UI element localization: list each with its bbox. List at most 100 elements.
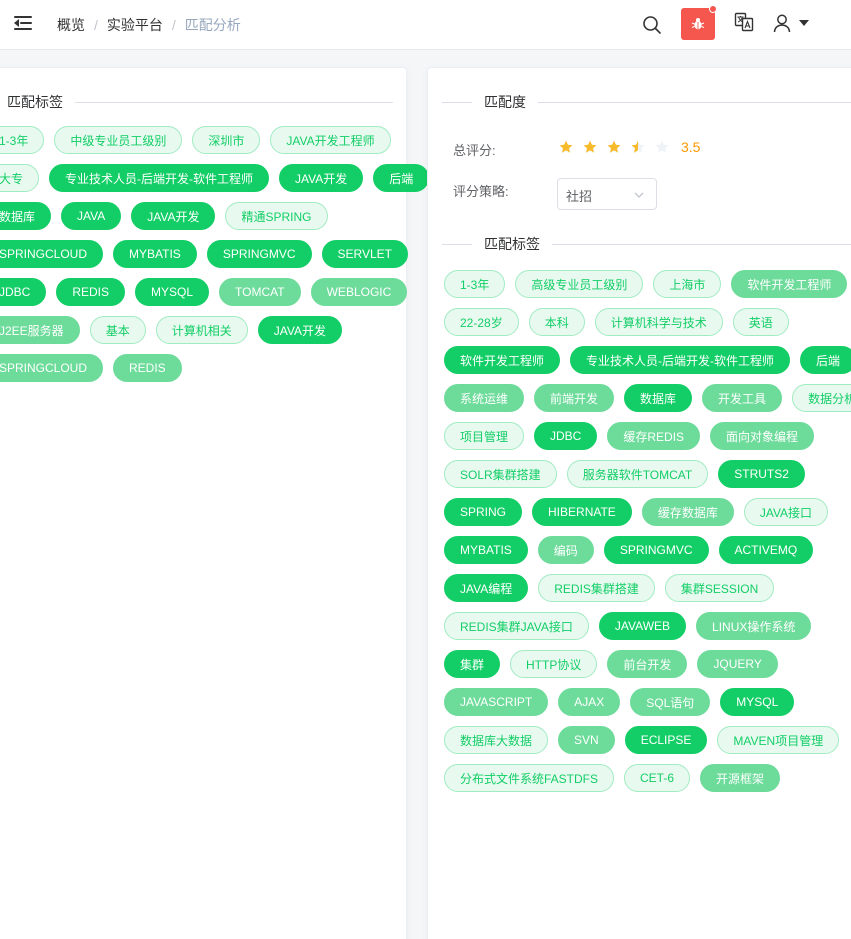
left-skill-tag: JAVA开发 xyxy=(131,202,216,230)
right-skill-tag: MYSQL xyxy=(720,688,795,716)
right-skill-tag: 软件开发工程师 xyxy=(731,270,848,298)
right-tag-list: 1-3年 高级专业员工级别 上海市 软件开发工程师 22-28岁 本科 计算机科学与技术 英语… xyxy=(444,270,851,802)
left-skill-tag: 基本 xyxy=(89,316,146,344)
left-skill-tag: 深圳市 xyxy=(192,126,261,154)
hamburger-icon[interactable] xyxy=(14,15,34,33)
notification-dot xyxy=(709,5,717,13)
left-skill-tag: TOMCAT xyxy=(219,278,301,306)
right-skill-tag: 数据库 xyxy=(624,384,693,412)
left-skill-tag: JDBC xyxy=(0,278,47,306)
right-skill-tag: 开源框架 xyxy=(700,764,781,792)
bug-report-button[interactable] xyxy=(681,5,717,40)
breadcrumb-separator: / xyxy=(171,17,176,33)
right-skill-tag: SPRINGMVC xyxy=(603,536,709,564)
right-skill-tag: JAVA接口 xyxy=(743,498,829,526)
right-skill-tag: SPRING xyxy=(444,498,523,526)
right-skill-tag: 面向对象编程 xyxy=(710,422,815,450)
right-skill-tag: JAVAWEB xyxy=(598,612,687,640)
right-skill-tag: 缓存数据库 xyxy=(641,498,734,526)
breadcrumb-separator: / xyxy=(94,17,98,33)
right-skill-tag: 前端开发 xyxy=(534,384,615,412)
right-skill-tag: 服务器软件TOMCAT xyxy=(566,460,709,488)
strategy-label: 评分策略: xyxy=(453,184,509,199)
right-skill-tag: 软件开发工程师 xyxy=(444,346,561,374)
breadcrumb-item-current: 匹配分析 xyxy=(184,17,241,33)
right-skill-tag: 计算机科学与技术 xyxy=(594,308,723,336)
search-icon[interactable] xyxy=(642,15,662,35)
right-skill-tag: 22-28岁 xyxy=(444,308,519,336)
right-skill-tag: REDIS集群搭建 xyxy=(538,574,655,602)
chevron-down-icon xyxy=(634,192,644,198)
right-skill-tag: 高级专业员工级别 xyxy=(515,270,644,298)
right-skill-tag: 开发工具 xyxy=(702,384,783,412)
right-skill-tag: 系统运维 xyxy=(444,384,525,412)
right-skill-tag: 1-3年 xyxy=(444,270,506,298)
right-skill-tag: SVN xyxy=(558,726,615,754)
right-skill-tag: JAVA编程 xyxy=(444,574,529,602)
total-score-label: 总评分: xyxy=(453,143,496,158)
right-skill-tag: 集群 xyxy=(444,650,501,678)
left-skill-tag: JAVA开发 xyxy=(279,164,364,192)
star-icon[interactable] xyxy=(631,140,645,154)
left-skill-tag: SPRINGCLOUD xyxy=(0,354,104,382)
right-skill-tag: JDBC xyxy=(534,422,598,450)
left-skill-tag: MYBATIS xyxy=(113,240,197,268)
right-skill-tag: MYBATIS xyxy=(444,536,528,564)
breadcrumb: 概览 / 实验平台 / 匹配分析 xyxy=(57,16,241,34)
right-skill-tag: 编码 xyxy=(537,536,594,564)
right-skill-tag: 缓存REDIS xyxy=(607,422,701,450)
right-skill-tag: 英语 xyxy=(732,308,789,336)
match-degree-title: 匹配度 xyxy=(472,92,538,112)
left-skill-tag: JAVA开发 xyxy=(257,316,342,344)
left-skill-tag: 数据库 xyxy=(0,202,52,230)
star-icon[interactable] xyxy=(583,140,597,154)
left-skill-tag: 大专 xyxy=(0,164,40,192)
left-skill-tag: 专业技术人员-后端开发-软件工程师 xyxy=(49,164,270,192)
right-skill-tag: 后端 xyxy=(800,346,851,374)
strategy-select[interactable]: 社招 xyxy=(557,178,657,210)
bug-icon xyxy=(691,18,705,30)
user-icon xyxy=(773,14,791,33)
star-icon[interactable] xyxy=(559,140,573,154)
right-skill-tag: MAVEN项目管理 xyxy=(717,726,840,754)
left-skill-tag: 后端 xyxy=(373,164,430,192)
left-skill-tag: JAVA xyxy=(61,202,122,230)
star-rating[interactable]: 3.5 xyxy=(559,139,700,155)
breadcrumb-item-lab[interactable]: 实验平台 xyxy=(107,16,163,34)
right-skill-tag: ACTIVEMQ xyxy=(718,536,814,564)
left-skill-tag: JAVA开发工程师 xyxy=(270,126,391,154)
right-skill-tag: JQUERY xyxy=(697,650,778,678)
right-skill-tag: STRUTS2 xyxy=(718,460,805,488)
caret-down-icon xyxy=(799,20,809,26)
star-icon[interactable] xyxy=(607,140,621,154)
right-skill-tag: AJAX xyxy=(558,688,621,716)
right-skill-tag: SOLR集群搭建 xyxy=(444,460,557,488)
left-match-card: 匹配标签 1-3年 中级专业员工级别 深圳市 JAVA开发工程师 大专 专业技术人员-后端… xyxy=(0,67,430,939)
left-tag-list: 1-3年 中级专业员工级别 深圳市 JAVA开发工程师 大专 专业技术人员-后端开发-软件… xyxy=(0,126,443,392)
left-skill-tag: J2EE服务器 xyxy=(0,316,80,344)
right-skill-tag: HIBERNATE xyxy=(532,498,632,526)
left-skill-tag: SPRINGMVC xyxy=(206,240,312,268)
right-skill-tag: SQL语句 xyxy=(630,688,711,716)
left-skill-tag: REDIS xyxy=(113,354,182,382)
right-skill-tag: CET-6 xyxy=(624,764,691,792)
right-skill-tag: 前台开发 xyxy=(607,650,688,678)
left-skill-tag: MYSQL xyxy=(135,278,210,306)
right-skill-tag: ECLIPSE xyxy=(624,726,708,754)
translate-icon[interactable] xyxy=(734,12,754,32)
left-tags-title: 匹配标签 xyxy=(0,92,75,112)
left-skill-tag: REDIS xyxy=(56,278,126,306)
left-skill-tag: SPRINGCLOUD xyxy=(0,240,104,268)
left-skill-tag: 计算机相关 xyxy=(155,316,248,344)
left-skill-tag: WEBLOGIC xyxy=(310,278,408,306)
right-skill-tag: 项目管理 xyxy=(444,422,525,450)
user-menu[interactable] xyxy=(772,12,812,34)
right-skill-tag: 专业技术人员-后端开发-软件工程师 xyxy=(570,346,791,374)
left-skill-tag: 1-3年 xyxy=(0,126,45,154)
star-icon[interactable] xyxy=(655,140,669,154)
right-skill-tag: 上海市 xyxy=(653,270,722,298)
left-skill-tag: SERVLET xyxy=(321,240,408,268)
breadcrumb-item-overview[interactable]: 概览 xyxy=(57,16,85,34)
strategy-select-value: 社招 xyxy=(566,189,593,204)
right-skill-tag: 集群SESSION xyxy=(664,574,775,602)
